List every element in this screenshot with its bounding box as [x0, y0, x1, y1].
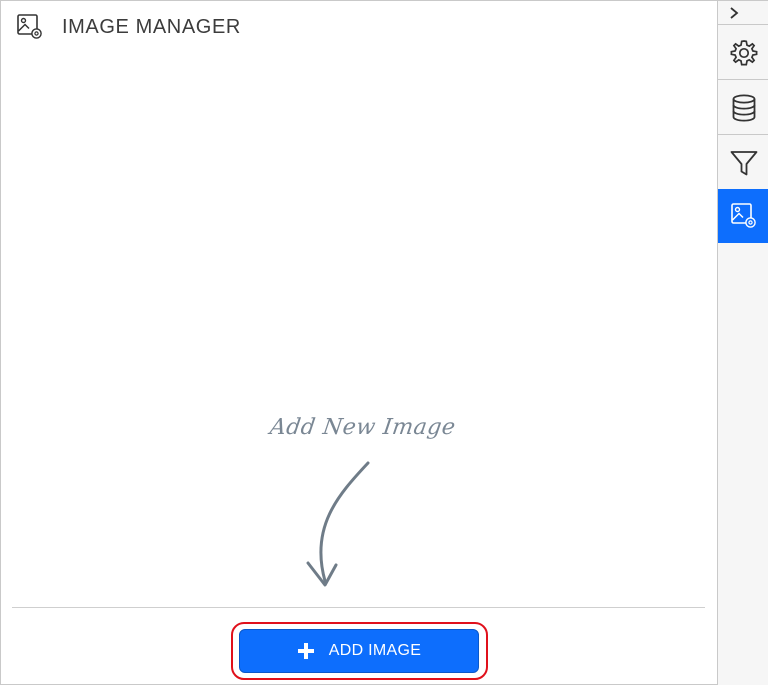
add-image-label: ADD IMAGE: [328, 642, 422, 659]
curved-arrow-down-icon: [306, 461, 370, 587]
add-image-hint: Add New Image: [268, 407, 490, 597]
panel-header: IMAGE MANAGER: [16, 12, 241, 42]
filter-icon: [730, 150, 757, 175]
tab-data[interactable]: [718, 81, 768, 135]
footer-divider: [12, 607, 705, 608]
add-image-button[interactable]: ADD IMAGE: [239, 629, 479, 673]
right-sidebar: [717, 1, 768, 685]
collapse-button[interactable]: [718, 1, 768, 25]
image-manager-panel: IMAGE MANAGER Add New Image ADD IMAGE: [0, 0, 768, 685]
chevron-right-icon: [730, 6, 739, 19]
plus-icon: [297, 643, 314, 659]
database-icon: [732, 94, 755, 122]
gear-icon: [730, 39, 757, 65]
image-settings-icon: [730, 202, 756, 228]
tab-settings[interactable]: [718, 26, 768, 80]
image-settings-icon: [17, 14, 42, 39]
tab-image-manager[interactable]: [718, 189, 768, 243]
main-panel: IMAGE MANAGER Add New Image ADD IMAGE: [2, 2, 716, 684]
add-image-highlight: ADD IMAGE: [231, 622, 488, 680]
page-title: IMAGE MANAGER: [62, 15, 241, 38]
tab-filter[interactable]: [718, 136, 768, 190]
